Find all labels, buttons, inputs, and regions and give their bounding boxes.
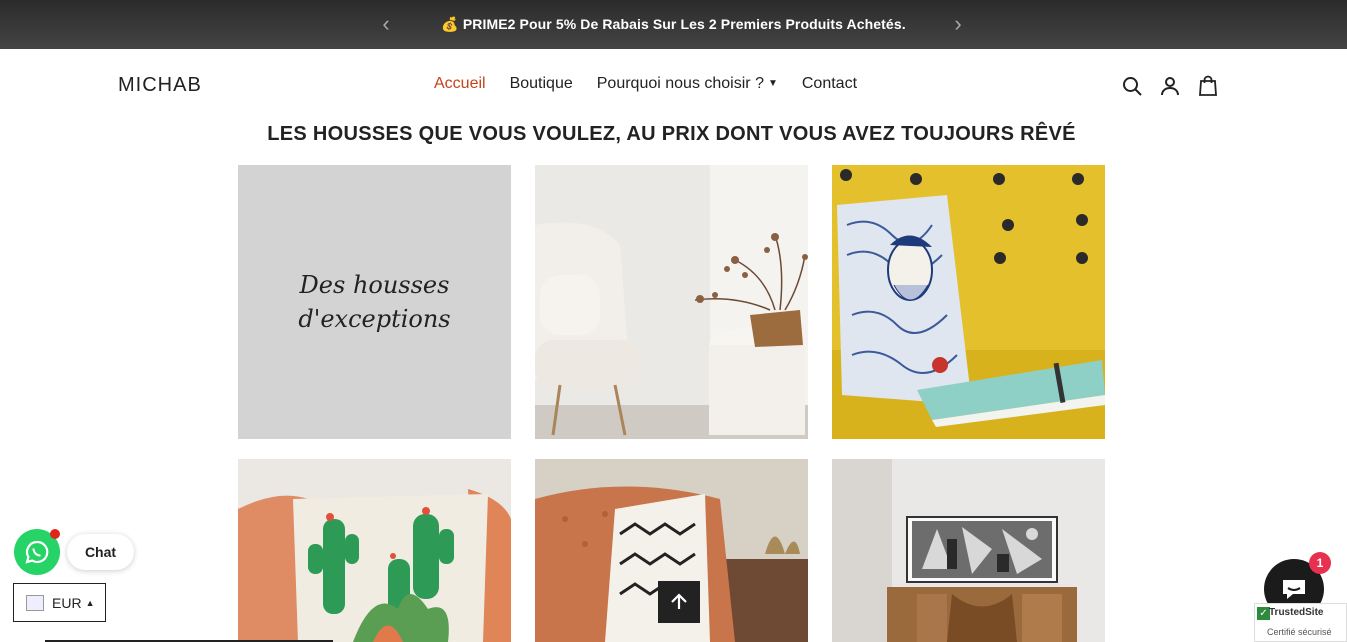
chat-badge: 1 xyxy=(1309,552,1331,574)
announcement-text: 💰 PRIME2 Pour 5% De Rabais Sur Les 2 Pre… xyxy=(441,16,906,32)
chat-label-button[interactable]: Chat xyxy=(67,534,134,570)
collection-tile-pattern-pillow[interactable] xyxy=(832,165,1105,439)
chevron-left-icon[interactable]: ‹ xyxy=(374,12,398,36)
header-icons xyxy=(1120,74,1220,98)
whatsapp-icon xyxy=(25,540,49,564)
guernica-photo xyxy=(832,459,1105,642)
money-bag-icon: 💰 xyxy=(441,16,459,32)
collection-tile-exceptions[interactable]: Des housses d'exceptions xyxy=(238,165,511,439)
collection-tile-guernica[interactable] xyxy=(832,459,1105,642)
cactus-pillow-photo xyxy=(238,459,511,642)
search-icon[interactable] xyxy=(1120,74,1144,98)
main-nav: Accueil Boutique Pourquoi nous choisir ?… xyxy=(434,75,881,93)
currency-selector[interactable]: EUR ▲ xyxy=(13,583,106,622)
caret-up-icon: ▲ xyxy=(85,597,95,608)
pillow-photo xyxy=(832,165,1105,439)
announcement-bar: ‹ 💰 PRIME2 Pour 5% De Rabais Sur Les 2 P… xyxy=(0,0,1347,49)
notification-dot xyxy=(50,529,60,539)
site-header: MICHAB Accueil Boutique Pourquoi nous ch… xyxy=(0,49,1347,121)
caret-down-icon: ▼ xyxy=(767,78,778,90)
back-to-top-button[interactable] xyxy=(658,581,700,623)
section-title: LES HOUSSES QUE VOUS VOULEZ, AU PRIX DON… xyxy=(267,123,1076,145)
logo[interactable]: MICHAB xyxy=(118,74,202,97)
arrow-up-icon xyxy=(671,593,687,609)
nav-item-pourquoi[interactable]: Pourquoi nous choisir ? ▼ xyxy=(597,75,778,93)
cart-bag-icon[interactable] xyxy=(1196,74,1220,98)
chevron-right-icon[interactable]: › xyxy=(946,12,970,36)
account-icon[interactable] xyxy=(1158,74,1182,98)
armchair-photo xyxy=(535,165,808,439)
trustedsite-badge[interactable]: ✓ TrustedSite Certifié sécurisé xyxy=(1254,603,1347,642)
nav-item-accueil[interactable]: Accueil xyxy=(434,75,486,93)
collection-tile-armchair[interactable] xyxy=(535,165,808,439)
flag-icon xyxy=(26,594,44,611)
nav-item-contact[interactable]: Contact xyxy=(802,75,857,93)
chat-bubble-icon xyxy=(1283,580,1305,599)
collection-tile-cactus[interactable] xyxy=(238,459,511,642)
nav-item-boutique[interactable]: Boutique xyxy=(510,75,573,93)
tile-caption: Des housses d'exceptions xyxy=(298,271,451,333)
